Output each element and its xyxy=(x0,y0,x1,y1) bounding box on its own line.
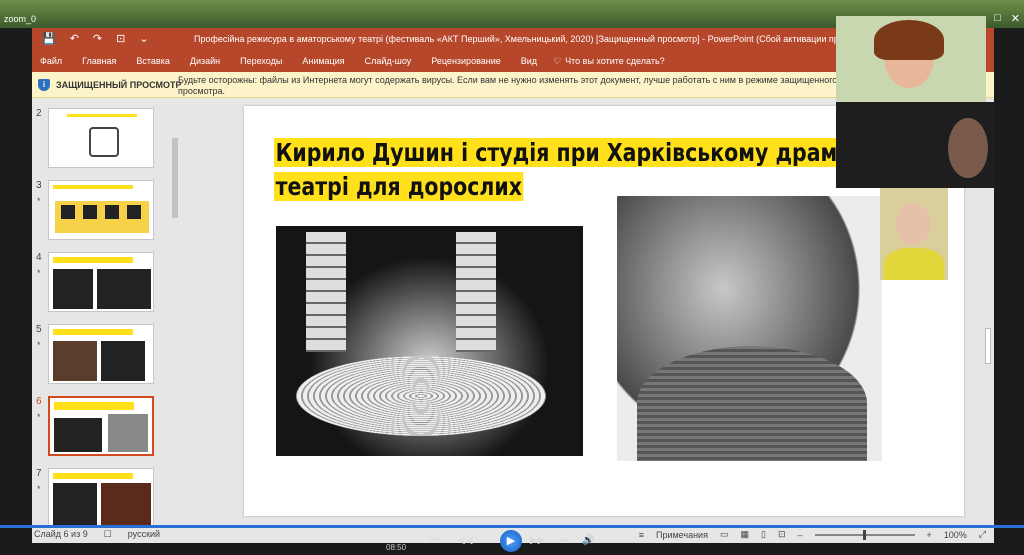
fit-slide-icon[interactable]: ⤢ xyxy=(979,529,986,540)
thumbnail-number: 4 xyxy=(36,252,42,263)
slide-title[interactable]: Кирило Душин і студія при Харківському д… xyxy=(274,136,952,204)
slide-counter: Слайд 6 из 9 xyxy=(34,529,88,539)
thumbnail-image xyxy=(48,396,154,456)
scrollbar-thumb[interactable] xyxy=(172,138,178,218)
notes-icon[interactable]: ≡ xyxy=(639,530,644,540)
animation-star-icon: * xyxy=(37,340,41,350)
thumbnail-number: 5 xyxy=(36,324,42,335)
customize-icon[interactable]: ⌄ xyxy=(139,32,148,45)
thumbnail-number: 3 xyxy=(36,180,42,191)
slide-title-line2: театрі для дорослих xyxy=(274,172,524,201)
animation-star-icon: * xyxy=(37,484,41,494)
zoom-slider[interactable] xyxy=(814,529,915,540)
thumbnail-number: 6 xyxy=(36,396,42,407)
tab-home[interactable]: Главная xyxy=(72,56,126,66)
thumbnail-number: 2 xyxy=(36,108,42,119)
rewind-icon[interactable]: ◀◀ xyxy=(457,535,472,546)
thumbnail-image xyxy=(48,108,154,168)
player-right-controls: ▶▶ ⏭ 🔊 xyxy=(530,535,595,546)
thumbnail-scrollbar[interactable] xyxy=(170,98,180,525)
next-icon[interactable]: ⏭ xyxy=(559,535,568,546)
animation-star-icon: * xyxy=(37,412,41,422)
tab-review[interactable]: Рецензирование xyxy=(421,56,511,66)
quick-access-toolbar: 💾 ↶ ↷ ⊡ ⌄ xyxy=(42,32,149,45)
animation-star-icon: * xyxy=(37,268,41,278)
tell-me-label: Что вы хотите сделать? xyxy=(565,56,665,66)
thumbnail-image xyxy=(48,252,154,312)
lightbulb-icon: ♡ xyxy=(553,55,562,66)
video-participant-2[interactable] xyxy=(836,102,994,188)
undo-icon[interactable]: ↶ xyxy=(70,32,79,45)
play-button[interactable]: ▶ xyxy=(500,530,522,552)
thumbnail-image xyxy=(48,468,154,525)
scrollbar-thumb[interactable] xyxy=(985,328,991,364)
playback-time: 08:50 xyxy=(386,543,407,552)
language-indicator[interactable]: русский xyxy=(128,529,160,540)
thumbnail-image xyxy=(48,324,154,384)
slideshow-icon[interactable]: ⊡ xyxy=(116,32,125,45)
slide-thumbnail-pane: 2 3 * 4 * 5 * 6 * 7 * xyxy=(32,98,182,525)
protected-view-message: Будьте осторожны: файлы из Интернета мог… xyxy=(178,75,838,96)
player-title: zoom_0 xyxy=(4,14,37,24)
spellcheck-icon[interactable]: ☐ xyxy=(104,529,112,540)
zoom-in-icon[interactable]: + xyxy=(927,530,932,540)
video-seek-bar[interactable] xyxy=(0,525,1024,528)
reading-view-icon[interactable]: ▯ xyxy=(761,529,766,540)
fast-forward-icon[interactable]: ▶▶ xyxy=(530,535,545,546)
thumbnail-number: 7 xyxy=(36,468,42,479)
tab-transitions[interactable]: Переходы xyxy=(230,56,292,66)
video-participant-3[interactable] xyxy=(880,188,948,280)
sorter-view-icon[interactable]: ▦ xyxy=(740,529,749,540)
maximize-icon[interactable]: □ xyxy=(994,12,1001,25)
player-left-controls: ⏮ ◀◀ xyxy=(430,535,472,546)
slideshow-view-icon[interactable]: ⊡ xyxy=(778,529,786,540)
previous-icon[interactable]: ⏮ xyxy=(430,535,439,546)
tell-me-search[interactable]: ♡ Что вы хотите сделать? xyxy=(547,56,665,67)
close-icon[interactable]: ✕ xyxy=(1011,12,1020,25)
portrait-photo[interactable] xyxy=(617,196,882,461)
save-icon[interactable]: 💾 xyxy=(42,32,56,45)
volume-icon[interactable]: 🔊 xyxy=(582,535,594,546)
tab-animation[interactable]: Анимация xyxy=(292,56,354,66)
tab-view[interactable]: Вид xyxy=(511,56,547,66)
document-title: Професійна режисура в аматорському театр… xyxy=(194,34,870,44)
protected-view-label: ЗАЩИЩЕННЫЙ ПРОСМОТР xyxy=(56,80,182,90)
thumbnail-image xyxy=(48,180,154,240)
tab-design[interactable]: Дизайн xyxy=(180,56,230,66)
tab-insert[interactable]: Вставка xyxy=(126,56,179,66)
video-participant-1[interactable] xyxy=(836,16,986,102)
normal-view-icon[interactable]: ▭ xyxy=(720,529,729,540)
redo-icon[interactable]: ↷ xyxy=(93,32,102,45)
zoom-level[interactable]: 100% xyxy=(944,530,967,540)
tab-file[interactable]: Файл xyxy=(32,56,72,66)
animation-star-icon: * xyxy=(37,196,41,206)
shield-icon: i xyxy=(38,79,50,91)
zoom-out-icon[interactable]: – xyxy=(797,530,802,540)
tab-slideshow[interactable]: Слайд-шоу xyxy=(355,56,422,66)
notes-button[interactable]: Примечания xyxy=(656,530,708,540)
theater-photo[interactable] xyxy=(276,226,583,456)
